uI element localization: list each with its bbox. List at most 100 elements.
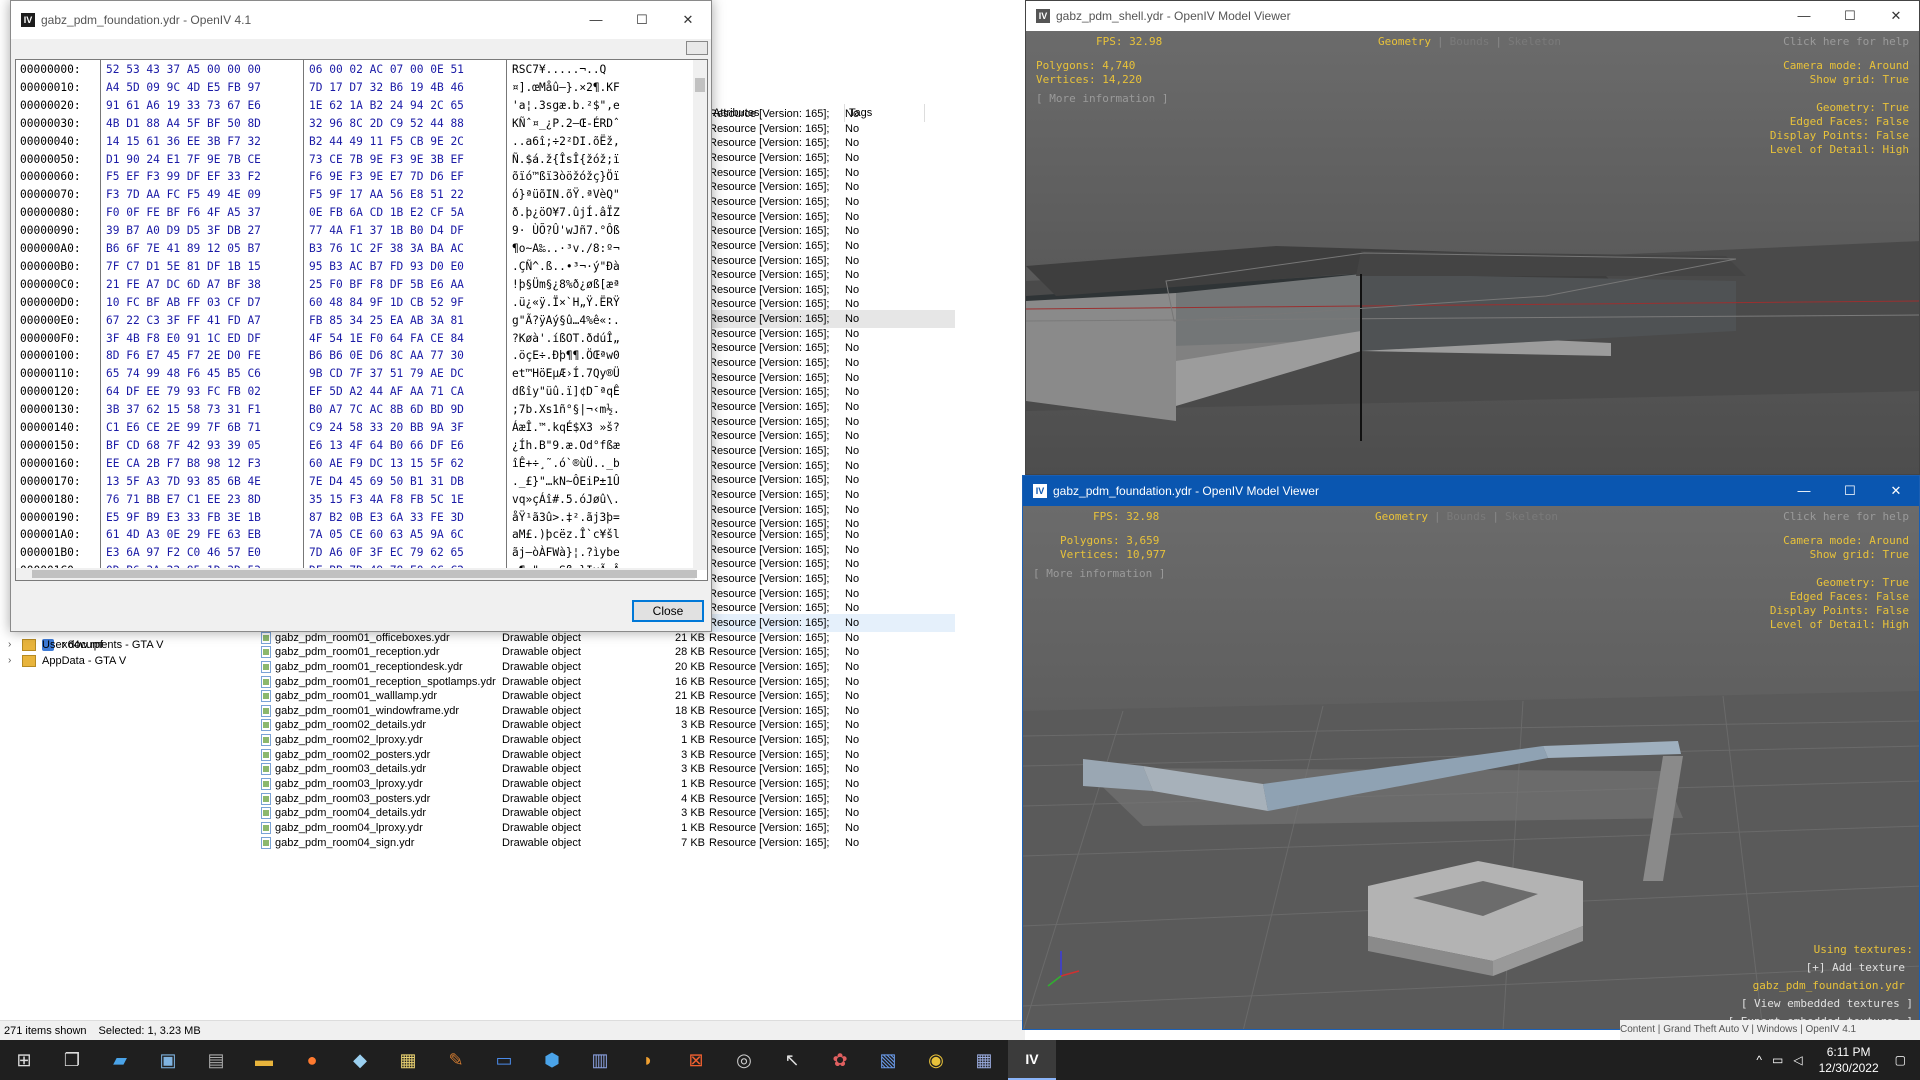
app-icon[interactable]: ◆ [336,1040,384,1080]
tab-geometry[interactable]: Geometry [1375,510,1428,523]
maximize-button[interactable]: ☐ [1827,476,1873,506]
hex-b2: 0E FB 6A CD 1B E2 CF 5A [309,206,464,220]
view-embedded-textures-link[interactable]: [ View embedded textures ] [1741,997,1913,1011]
app-icon[interactable]: ✿ [816,1040,864,1080]
app-icon[interactable]: ▰ [96,1040,144,1080]
edged-faces-toggle[interactable]: Edged Faces: False [1790,115,1909,129]
vertical-scrollbar[interactable] [693,60,707,570]
horizontal-scrollbar[interactable] [16,568,697,580]
viewport-3d[interactable]: FPS: 32.98 Polygons: 3,659 Vertices: 10,… [1023,506,1919,1029]
firefox-icon[interactable]: ● [288,1040,336,1080]
app-icon[interactable]: ▣ [144,1040,192,1080]
hex-row: 000000F0: 3F 4B F8 E0 91 1C ED DF 4F 54 1E… [16,330,695,348]
hex-addr: 000001D0: [20,580,81,581]
size-cell: 7 KB [681,836,705,849]
calculator-icon[interactable]: ▦ [960,1040,1008,1080]
geometry-toggle[interactable]: Geometry: True [1816,101,1909,115]
app-icon[interactable]: ⬢ [528,1040,576,1080]
minimize-button[interactable]: — [1781,476,1827,506]
task-view-icon[interactable]: ❐ [48,1040,96,1080]
lod-setting[interactable]: Level of Detail: High [1770,618,1909,632]
openiv-taskbar-icon[interactable]: IV [1008,1040,1056,1080]
hex-addr: 000000C0: [20,277,81,291]
close-window-button[interactable]: ✕ [1873,476,1919,506]
clock[interactable]: 6:11 PM 12/30/2022 [1819,1044,1879,1076]
maximize-button[interactable]: ☐ [619,1,665,39]
hex-addr: 00000170: [20,474,81,488]
app-icon[interactable]: ◉ [912,1040,960,1080]
hex-asc: ÁæÎ.™.kqÉ$X3 »š? [512,421,620,434]
tree-item-appdata[interactable]: › AppData - GTA V [8,651,126,671]
app-icon[interactable]: ▧ [864,1040,912,1080]
app-icon[interactable]: ✎ [432,1040,480,1080]
tab-skeleton[interactable]: Skeleton [1505,510,1558,523]
hex-b1: F5 EF F3 99 DF EF 33 F2 [106,170,261,184]
openiv-app-icon: IV [1036,9,1050,23]
app-icon[interactable]: ↖ [768,1040,816,1080]
hex-asc: ×.÷5©3ÚŸeìcžÛk.V [512,580,620,581]
hex-b1: A4 5D 09 9C 4D E5 FB 97 [106,80,261,94]
edged-faces-toggle[interactable]: Edged Faces: False [1790,590,1909,604]
hex-asc: 'a¦.3sgæ.b.²$",e [512,98,620,112]
close-window-button[interactable]: ✕ [665,1,711,39]
show-grid[interactable]: Show grid: True [1810,548,1909,562]
tab-bounds[interactable]: Bounds [1447,510,1487,523]
drawable-file-icon [261,822,271,834]
hex-b1: D7 1D F7 35 A9 33 DA 9F [106,580,261,581]
viewer-titlebar[interactable]: IV gabz_pdm_shell.ydr - OpenIV Model Vie… [1026,1,1919,31]
vertices-readout: Vertices: 14,220 [1036,73,1142,86]
app-icon[interactable]: ◎ [720,1040,768,1080]
table-row[interactable]: gabz_pdm_room04_sign.ydr Drawable object 7… [255,834,955,852]
show-grid[interactable]: Show grid: True [1810,73,1909,87]
help-link[interactable]: Click here for help [1783,510,1909,524]
app-icon[interactable]: ▦ [384,1040,432,1080]
app-icon[interactable]: ▥ [576,1040,624,1080]
help-link[interactable]: Click here for help [1783,35,1909,49]
minimize-button[interactable]: — [1781,1,1827,31]
hex-b1: 65 74 99 48 F6 45 B5 C6 [106,367,261,381]
hex-addr: 00000050: [20,152,81,166]
hex-addr: 00000180: [20,492,81,506]
viewport-3d[interactable]: FPS: 32.98 Polygons: 4,740 Vertices: 14,… [1026,31,1919,474]
tab-skeleton[interactable]: Skeleton [1508,35,1561,48]
file-explorer-icon[interactable]: ▬ [240,1040,288,1080]
more-information-link[interactable]: [ More information ] [1033,567,1165,581]
close-button[interactable]: Close [632,600,704,622]
volume-icon[interactable]: ◁ [1793,1053,1802,1067]
display-points-toggle[interactable]: Display Points: False [1770,129,1909,143]
more-information-link[interactable]: [ More information ] [1036,92,1168,106]
hex-dump-area[interactable]: 00000000: 52 53 43 37 A5 00 00 00 06 00 02… [15,59,708,581]
scrollbar-thumb[interactable] [695,78,705,92]
notification-icon[interactable]: ▢ [1895,1053,1906,1067]
clock-time: 6:11 PM [1826,1045,1871,1059]
close-window-button[interactable]: ✕ [1873,1,1919,31]
maximize-button[interactable]: ☐ [1827,1,1873,31]
hex-window-titlebar[interactable]: IV gabz_pdm_foundation.ydr - OpenIV 4.1 … [11,1,711,39]
chevron-up-icon[interactable]: ^ [1756,1053,1762,1067]
camera-mode[interactable]: Camera mode: Around [1783,534,1909,548]
geometry-toggle[interactable]: Geometry: True [1816,576,1909,590]
hex-b2: 7E D4 45 69 50 B1 31 DB [309,474,464,488]
camera-mode[interactable]: Camera mode: Around [1783,59,1909,73]
scrollbar-thumb[interactable] [32,570,697,578]
add-texture-link[interactable]: [+] Add texture [1806,961,1905,975]
hex-addr: 000000B0: [20,259,81,273]
view-mode-icon[interactable] [686,41,708,55]
hex-b1: EE CA 2B F7 B8 98 12 F3 [106,456,261,470]
tab-geometry[interactable]: Geometry [1378,35,1431,48]
app-icon[interactable]: ◗ [624,1040,672,1080]
expand-icon[interactable]: › [8,651,20,671]
texture-file-name[interactable]: gabz_pdm_foundation.ydr [1753,979,1905,993]
tab-bounds[interactable]: Bounds [1450,35,1490,48]
hex-b2: FB 85 34 25 EA AB 3A 81 [309,313,464,327]
viewer-titlebar[interactable]: IV gabz_pdm_foundation.ydr - OpenIV Mode… [1023,476,1919,506]
minimize-button[interactable]: — [573,1,619,39]
windows-start-icon[interactable]: ⊞ [0,1040,48,1080]
app-icon[interactable]: ▭ [480,1040,528,1080]
lod-setting[interactable]: Level of Detail: High [1770,143,1909,157]
app-icon[interactable]: ⊠ [672,1040,720,1080]
display-points-toggle[interactable]: Display Points: False [1770,604,1909,618]
status-bar: 271 items shown Selected: 1, 3.23 MB [0,1020,1025,1040]
network-icon[interactable]: ▭ [1772,1053,1783,1067]
app-icon[interactable]: ▤ [192,1040,240,1080]
